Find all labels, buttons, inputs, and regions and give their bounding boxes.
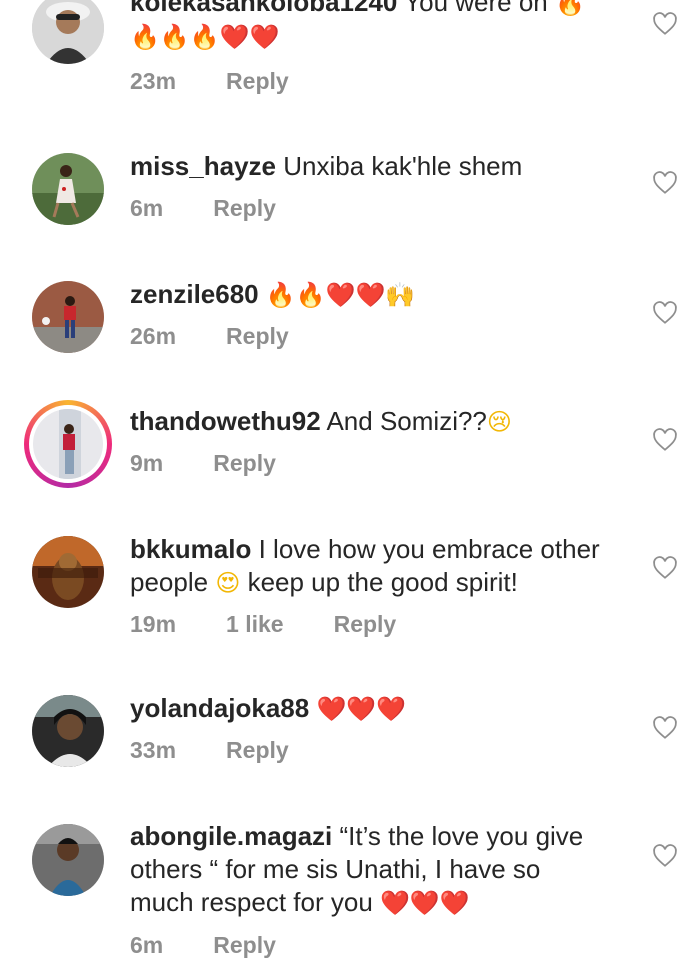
reply-button[interactable]: Reply xyxy=(213,450,276,476)
comment-text: kolekasankoloba1240 You were on 🔥 🔥🔥🔥❤️❤… xyxy=(130,0,630,54)
avatar[interactable] xyxy=(32,0,104,64)
reply-button[interactable]: Reply xyxy=(226,68,289,94)
emoji-line: ❤️❤️❤️ xyxy=(380,889,470,917)
heart-icon[interactable] xyxy=(652,11,678,37)
reply-button[interactable]: Reply xyxy=(213,195,276,221)
comment-body: I love how you embrace other xyxy=(258,534,600,564)
reply-button[interactable]: Reply xyxy=(334,611,397,637)
reply-button[interactable]: Reply xyxy=(226,323,289,349)
username[interactable]: zenzile680 xyxy=(130,279,259,309)
username[interactable]: miss_hayze xyxy=(130,151,276,181)
avatar[interactable] xyxy=(32,153,104,225)
comment-text: bkkumalo I love how you embrace other pe… xyxy=(130,533,630,600)
comment-body-3: much respect for you xyxy=(130,887,373,917)
reply-button[interactable]: Reply xyxy=(213,932,276,958)
heart-eyes-emoji: 😍 xyxy=(215,569,241,597)
avatar[interactable] xyxy=(32,695,104,767)
crying-face-emoji: 😢 xyxy=(486,408,512,436)
fire-emoji: 🔥 xyxy=(555,0,585,17)
comment-meta: 6m Reply xyxy=(130,932,326,959)
heart-icon[interactable] xyxy=(652,300,678,326)
comment-body-3: keep up the good spirit! xyxy=(247,567,518,597)
emoji-line: 🔥🔥❤️❤️🙌 xyxy=(265,281,416,309)
avatar[interactable] xyxy=(32,281,104,353)
avatar[interactable] xyxy=(32,824,104,896)
comment-text: abongile.magazi “It’s the love you give … xyxy=(130,820,630,920)
timestamp: 23m xyxy=(130,68,177,94)
timestamp: 26m xyxy=(130,323,177,349)
heart-icon[interactable] xyxy=(652,555,678,581)
avatar[interactable] xyxy=(32,536,104,608)
username[interactable]: yolandajoka88 xyxy=(130,693,309,723)
heart-icon[interactable] xyxy=(652,843,678,869)
username[interactable]: abongile.magazi xyxy=(130,821,332,851)
comment-body: Unxiba kak'hle shem xyxy=(283,151,523,181)
timestamp: 19m xyxy=(130,611,177,637)
avatar xyxy=(29,405,107,483)
reply-button[interactable]: Reply xyxy=(226,737,289,763)
emoji-line: ❤️❤️❤️ xyxy=(316,695,407,723)
avatar-story-ring[interactable] xyxy=(24,400,112,488)
likes-count[interactable]: 1 like xyxy=(226,611,284,637)
comment-meta: 6m Reply xyxy=(130,195,326,222)
timestamp: 9m xyxy=(130,450,164,476)
timestamp: 6m xyxy=(130,932,164,958)
username[interactable]: bkkumalo xyxy=(130,534,251,564)
heart-icon[interactable] xyxy=(652,170,678,196)
comment-meta: 19m 1 like Reply xyxy=(130,611,446,638)
comment-meta: 9m Reply xyxy=(130,450,326,477)
comment-body: “It’s the love you give xyxy=(339,821,584,851)
comment-text: yolandajoka88 ❤️❤️❤️ xyxy=(130,692,630,726)
heart-icon[interactable] xyxy=(652,715,678,741)
comment-meta: 26m Reply xyxy=(130,323,339,350)
timestamp: 33m xyxy=(130,737,177,763)
heart-icon[interactable] xyxy=(652,427,678,453)
username[interactable]: kolekasankoloba1240 xyxy=(130,0,397,17)
comment-body: And Somizi?? xyxy=(326,406,487,436)
comment-body-2: people xyxy=(130,567,209,597)
comment-meta: 23m Reply xyxy=(130,68,339,95)
username[interactable]: thandowethu92 xyxy=(130,406,321,436)
comment-text: zenzile680 🔥🔥❤️❤️🙌 xyxy=(130,278,630,312)
comment-meta: 33m Reply xyxy=(130,737,339,764)
comment-body-2: others “ for me sis Unathi, I have so xyxy=(130,854,541,884)
timestamp: 6m xyxy=(130,195,164,221)
comment-body: You were on xyxy=(404,0,548,17)
comment-text: thandowethu92 And Somizi??😢 xyxy=(130,405,630,439)
comment-text: miss_hayze Unxiba kak'hle shem xyxy=(130,150,630,183)
emoji-line: 🔥🔥🔥❤️❤️ xyxy=(130,23,280,51)
